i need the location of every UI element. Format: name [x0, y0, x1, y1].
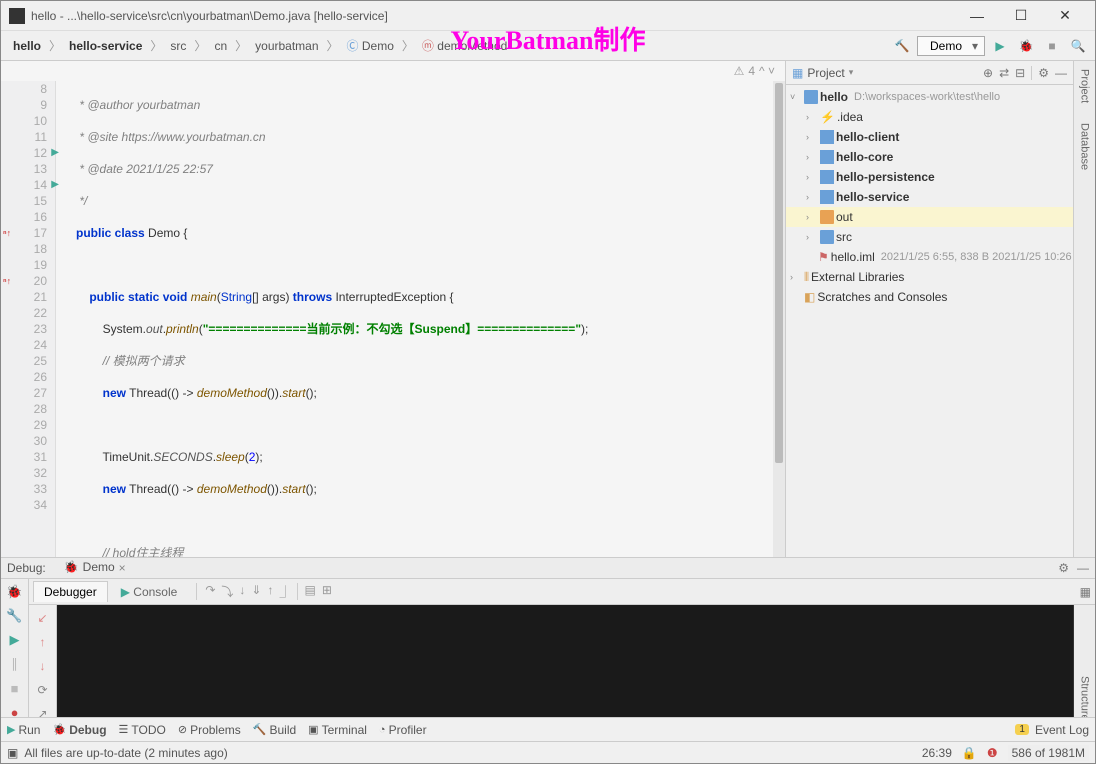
inspection-badge[interactable]: ⚠ 4 ^ ˅ — [734, 64, 775, 78]
crumb-demo[interactable]: Ⓒ Demo — [341, 35, 400, 56]
status-message: All files are up-to-date (2 minutes ago) — [24, 746, 227, 760]
minimize-button[interactable]: ― — [955, 2, 999, 30]
force-step-into-icon[interactable]: ⇓ — [251, 583, 261, 600]
hide-panel-icon[interactable]: — — [1055, 66, 1067, 80]
crumb-yourbatman[interactable]: yourbatman — [249, 37, 324, 55]
debug-hide-icon[interactable]: — — [1077, 561, 1089, 575]
frames-up-icon[interactable]: ↑ — [34, 633, 52, 651]
crumb-demomethod[interactable]: ⓜ demoMethod — [416, 35, 513, 56]
locate-icon[interactable]: ⊕ — [983, 66, 993, 80]
caret-position[interactable]: 26:39 — [922, 746, 952, 760]
debugger-tab[interactable]: Debugger — [33, 581, 108, 602]
step-controls: ↷ ⤵ ↓ ⇓ ↑ ⏌ ▤ ⊞ — [196, 583, 332, 600]
app-icon — [9, 8, 25, 24]
notif-icon[interactable]: ❶ — [987, 746, 998, 760]
step-over-icon[interactable]: ⤵ — [221, 583, 233, 600]
tree-item-src[interactable]: ›src — [786, 227, 1073, 247]
pause-icon[interactable]: ∥ — [6, 655, 24, 673]
strip-project[interactable]: Project — [1079, 65, 1091, 107]
code-editor[interactable]: 8 9 10 11 12▶ 13 14▶ 15 16 ⁿ↑17 18 19 ⁿ↑… — [1, 81, 785, 557]
debug-run-controls: 🐞 🔧 ▶ ∥ ■ ● — [1, 579, 29, 727]
tree-item-hello-core[interactable]: ›hello-core — [786, 147, 1073, 167]
tree-item-hello-persistence[interactable]: ›hello-persistence — [786, 167, 1073, 187]
profiler-tool-button[interactable]: ◔Profiler — [379, 723, 427, 737]
tree-item-hello-client[interactable]: ›hello-client — [786, 127, 1073, 147]
frames-prev-icon[interactable]: ↙ — [34, 609, 52, 627]
run-tool-button[interactable]: ▶Run — [7, 723, 40, 737]
status-toggle-icon[interactable]: ▣ — [7, 746, 18, 760]
rerun-icon[interactable]: 🐞 — [6, 583, 24, 601]
event-log-button[interactable]: Event Log — [1035, 723, 1089, 737]
crumb-hello[interactable]: hello — [7, 37, 47, 55]
tree-item-hello-service[interactable]: ›hello-service — [786, 187, 1073, 207]
run-icon[interactable]: ▶ — [989, 35, 1011, 57]
close-tab-icon[interactable]: × — [119, 561, 126, 575]
modify-run-icon[interactable]: 🔧 — [6, 607, 24, 625]
tree-scratches[interactable]: ◧Scratches and Consoles — [786, 287, 1073, 307]
status-bar: ▣ All files are up-to-date (2 minutes ag… — [1, 741, 1095, 763]
project-panel-title[interactable]: Project — [807, 66, 844, 80]
code-content[interactable]: * @author yourbatman * @site https://www… — [56, 81, 773, 557]
event-count-badge: 1 — [1015, 724, 1029, 735]
resume-icon[interactable]: ▶ — [6, 631, 24, 649]
build-icon[interactable]: 🔨 — [891, 35, 913, 57]
settings-icon[interactable]: ⚙ — [1031, 66, 1049, 80]
stop-debug-icon[interactable]: ■ — [6, 679, 24, 697]
problems-tool-button[interactable]: ⊘Problems — [178, 723, 241, 737]
editor-scrollbar[interactable] — [773, 81, 785, 557]
title-bar: hello - ...\hello-service\src\cn\yourbat… — [1, 1, 1095, 31]
frames-controls: ↙ ↑ ↓ ⟳ ↗ — [29, 605, 57, 727]
debug-settings-icon[interactable]: ⚙ — [1058, 561, 1069, 575]
debug-output[interactable] — [57, 605, 1073, 727]
memory-indicator[interactable]: 586 of 1981M — [1008, 745, 1089, 761]
strip-structure[interactable]: Structure — [1079, 676, 1091, 721]
crumb-src[interactable]: src — [164, 37, 192, 55]
debug-tool-button[interactable]: 🐞Debug — [52, 723, 106, 737]
build-tool-button[interactable]: 🔨Build — [253, 723, 296, 737]
bottom-toolbar: ▶Run 🐞Debug ☰TODO ⊘Problems 🔨Build ▣Term… — [1, 717, 1095, 741]
run-to-cursor-icon[interactable]: ▤ — [297, 583, 315, 600]
evaluate-icon[interactable]: ⊞ — [322, 583, 332, 600]
maximize-button[interactable]: ☐ — [999, 2, 1043, 30]
debug-icon[interactable]: 🐞 — [1015, 35, 1037, 57]
tree-root[interactable]: ˅ hello D:\workspaces-work\test\hello — [786, 87, 1073, 107]
expand-icon[interactable]: ⇄ — [999, 66, 1009, 80]
crumb-hello-service[interactable]: hello-service — [63, 37, 148, 55]
layout-icon[interactable]: ▦ — [1080, 585, 1091, 599]
navigation-toolbar: hello〉 hello-service〉 src〉 cn〉 yourbatma… — [1, 31, 1095, 61]
strip-database[interactable]: Database — [1079, 119, 1091, 174]
debug-tool-window: Debug: 🐞Demo × ⚙ — 🐞 🔧 ▶ ∥ ■ ● Debugger … — [1, 557, 1095, 717]
console-tab[interactable]: ▶ Console — [110, 581, 189, 602]
project-tree[interactable]: ˅ hello D:\workspaces-work\test\hello ›⚡… — [786, 85, 1073, 557]
debug-title: Debug: — [7, 561, 46, 575]
window-title: hello - ...\hello-service\src\cn\yourbat… — [31, 9, 955, 23]
terminal-tool-button[interactable]: ▣Terminal — [308, 723, 367, 737]
collapse-icon[interactable]: ⊟ — [1015, 66, 1025, 80]
tree-item-out[interactable]: ›out — [786, 207, 1073, 227]
search-icon[interactable]: 🔍 — [1067, 35, 1089, 57]
right-toolwindow-strip: Project Database — [1073, 61, 1095, 557]
run-config-dropdown[interactable]: Demo — [917, 36, 985, 56]
close-button[interactable]: ✕ — [1043, 2, 1087, 30]
drop-frame-icon[interactable]: ⏌ — [279, 583, 291, 600]
breadcrumb: hello〉 hello-service〉 src〉 cn〉 yourbatma… — [7, 35, 513, 56]
crumb-cn[interactable]: cn — [208, 37, 233, 55]
tree-item-iml[interactable]: ⚑hello.iml2021/1/25 6:55, 838 B 2021/1/2… — [786, 247, 1073, 267]
stop-icon[interactable]: ■ — [1041, 35, 1063, 57]
todo-tool-button[interactable]: ☰TODO — [119, 723, 166, 737]
tree-item-idea[interactable]: ›⚡.idea — [786, 107, 1073, 127]
lock-icon[interactable]: 🔒 — [962, 746, 977, 760]
editor-area: ⚠ 4 ^ ˅ 8 9 10 11 12▶ 13 14▶ 15 16 ⁿ↑17 … — [1, 61, 785, 557]
tree-external-libraries[interactable]: ›⫴External Libraries — [786, 267, 1073, 287]
project-tool-window: ▦ Project ▾ ⊕ ⇄ ⊟ ⚙ — ˅ hello D:\workspa… — [786, 61, 1073, 557]
step-out-icon[interactable]: ↑ — [267, 583, 273, 600]
frames-down-icon[interactable]: ↓ — [34, 657, 52, 675]
frames-filter-icon[interactable]: ⟳ — [34, 681, 52, 699]
step-into-icon[interactable]: ↓ — [239, 583, 245, 600]
show-exec-icon[interactable]: ↷ — [205, 583, 215, 600]
debug-session-tab[interactable]: 🐞Demo — [56, 558, 123, 578]
gutter[interactable]: 8 9 10 11 12▶ 13 14▶ 15 16 ⁿ↑17 18 19 ⁿ↑… — [1, 81, 56, 557]
